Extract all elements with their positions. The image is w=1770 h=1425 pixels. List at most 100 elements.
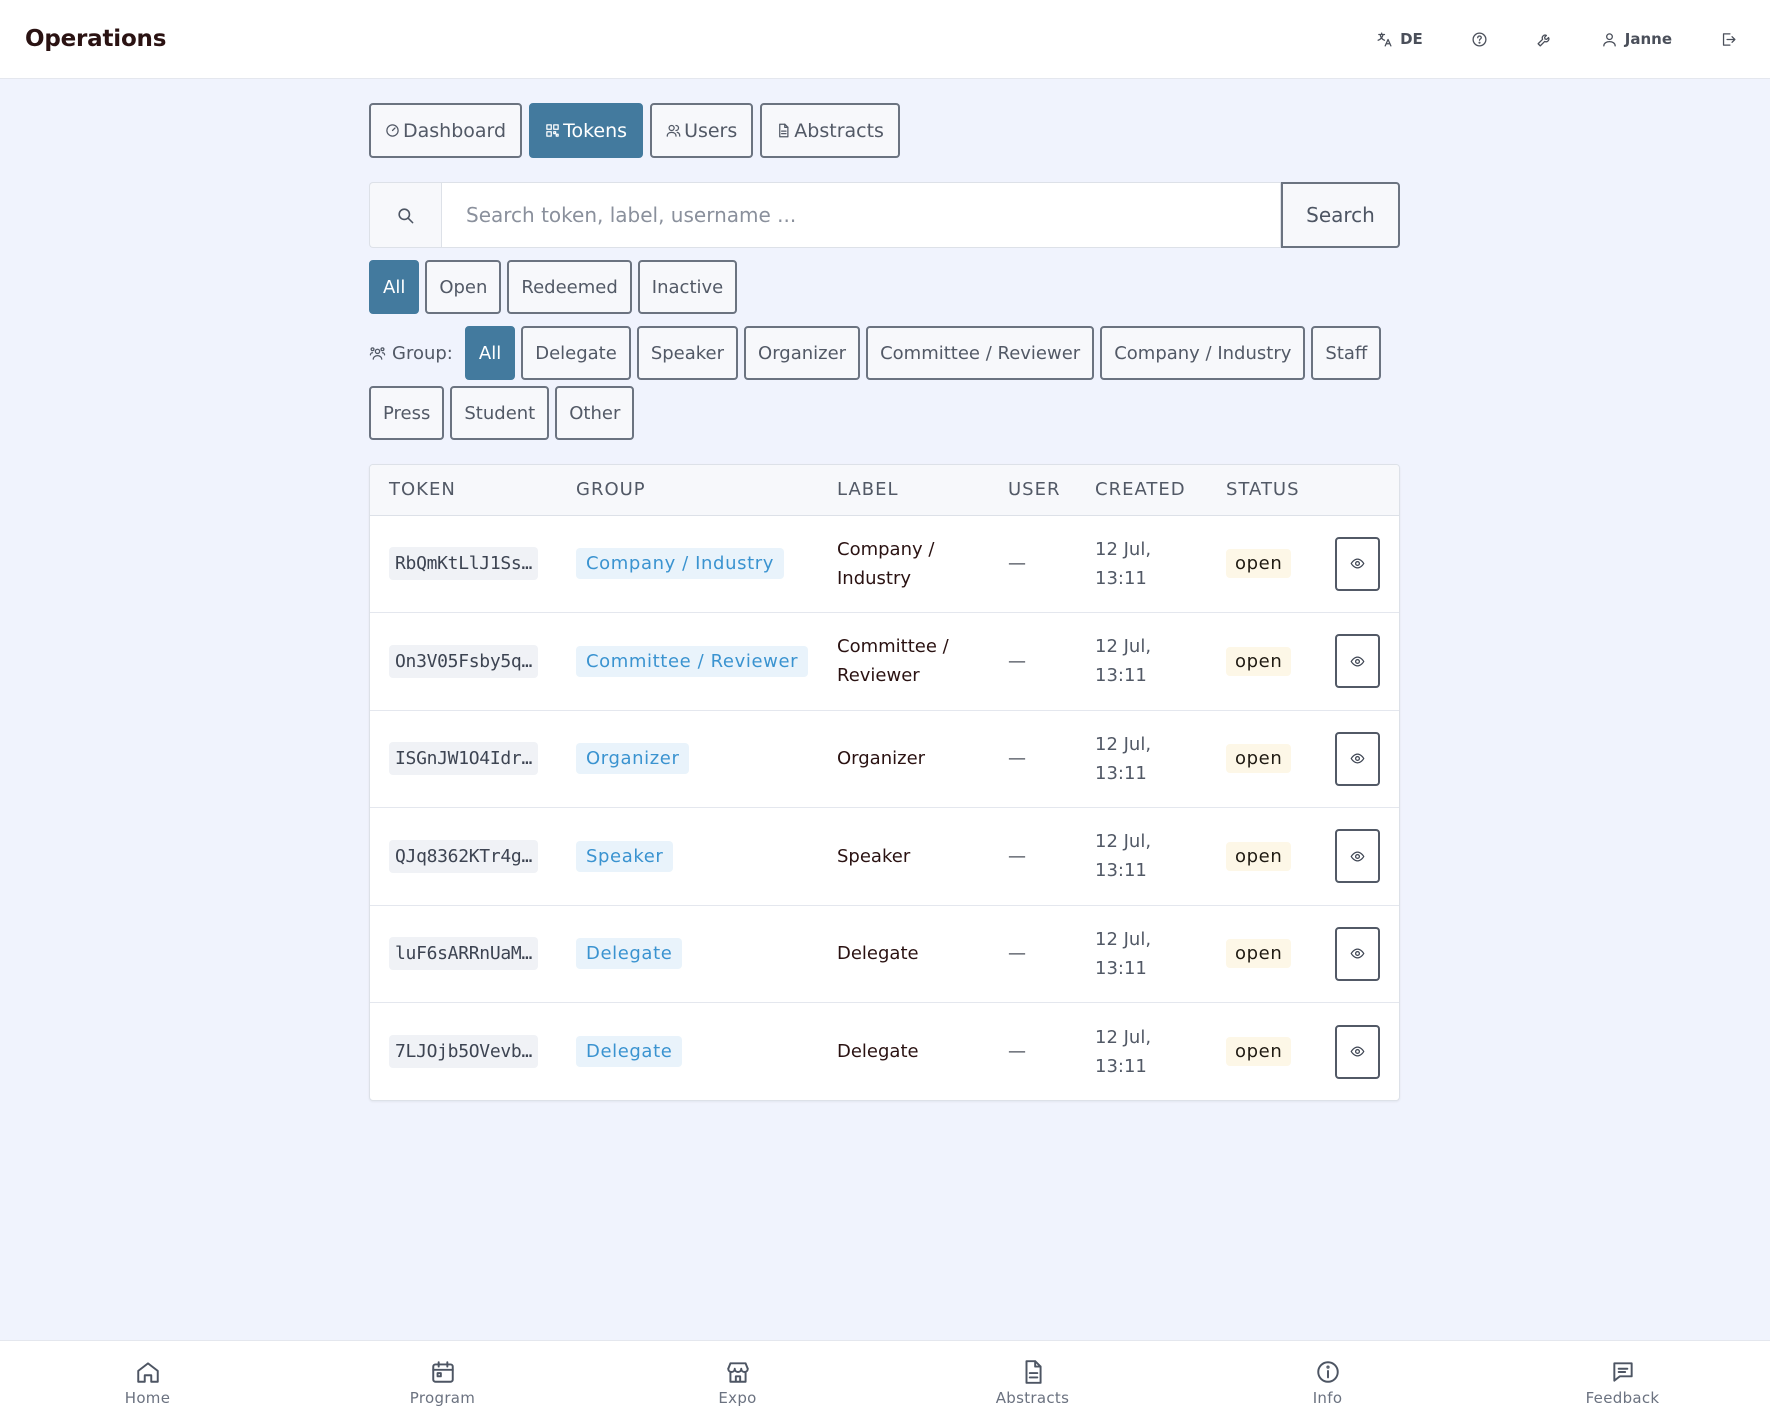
user-icon <box>1602 32 1616 47</box>
table-row: RbQmKtLlJ1Ss… Company / Industry Company… <box>370 515 1399 613</box>
view-button[interactable] <box>1335 829 1380 884</box>
tab-users[interactable]: Users <box>650 103 754 158</box>
view-button[interactable] <box>1335 1024 1380 1079</box>
bottom-nav-abstracts[interactable]: Abstracts <box>963 1359 1103 1407</box>
view-button[interactable] <box>1335 634 1380 689</box>
tab-abstracts[interactable]: Abstracts <box>760 103 900 158</box>
bottom-nav-label: Abstracts <box>995 1389 1070 1407</box>
group-filter: Group: All Delegate Speaker Organizer Co… <box>369 326 1400 440</box>
label-line: Company / <box>837 538 935 560</box>
created-time: 13:11 <box>1095 1055 1147 1077</box>
group-filter-all[interactable]: All <box>464 326 516 380</box>
created-time: 13:11 <box>1095 762 1147 784</box>
group-filter-speaker[interactable]: Speaker <box>636 326 739 380</box>
created-time: 13:11 <box>1095 957 1147 979</box>
eye-icon <box>1350 753 1365 764</box>
label-line: Industry <box>837 567 912 589</box>
group-label-text: Group: <box>392 342 453 364</box>
translate-icon <box>1377 31 1392 47</box>
created-date: 12 Jul, <box>1095 538 1152 560</box>
token-value: QJq8362KTr4g… <box>389 839 538 873</box>
bottom-nav-label: Program <box>409 1389 476 1407</box>
tools-button[interactable] <box>1536 31 1553 48</box>
table-row: QJq8362KTr4g… Speaker Speaker — 12 Jul, 1… <box>370 808 1399 906</box>
tab-label: Abstracts <box>794 119 884 142</box>
calendar-icon <box>431 1361 454 1383</box>
language-switch[interactable]: DE <box>1376 30 1423 48</box>
created-date: 12 Jul, <box>1095 1026 1152 1048</box>
user-name: Janne <box>1624 30 1672 48</box>
group-filter-student[interactable]: Student <box>450 386 550 440</box>
group-filter-other[interactable]: Other <box>555 386 635 440</box>
created-date: 12 Jul, <box>1095 831 1152 853</box>
main-content: Dashboard Tokens Users Abstracts Search … <box>369 103 1400 1101</box>
status-filter-inactive[interactable]: Inactive <box>637 260 738 314</box>
help-button[interactable] <box>1471 31 1488 48</box>
label-cell: Company / Industry <box>818 515 989 613</box>
label-cell: Speaker <box>818 808 989 906</box>
group-badge: Organizer <box>576 743 690 775</box>
label-line: Reviewer <box>837 665 920 687</box>
group-filter-committee[interactable]: Committee / Reviewer <box>866 326 1095 380</box>
created-time: 13:11 <box>1095 860 1147 882</box>
group-filter-delegate[interactable]: Delegate <box>521 326 631 380</box>
group-filter-label: Group: <box>369 343 453 364</box>
tab-label: Dashboard <box>403 119 507 142</box>
group-filter-organizer[interactable]: Organizer <box>744 326 861 380</box>
user-value: — <box>1008 553 1026 575</box>
label-line: Delegate <box>837 1041 919 1062</box>
status-badge: open <box>1226 549 1292 579</box>
col-created: CREATED <box>1076 465 1207 516</box>
tokens-table: TOKEN GROUP LABEL USER CREATED STATUS Rb… <box>370 465 1399 1100</box>
view-button[interactable] <box>1335 731 1380 786</box>
token-value: ISGnJW1O4Idr… <box>389 742 538 776</box>
group-filter-staff[interactable]: Staff <box>1311 326 1382 380</box>
search-button[interactable]: Search <box>1281 182 1400 248</box>
dashboard-icon <box>386 124 399 137</box>
bottom-nav: Home Program Expo Abstracts Info Feedbac… <box>0 1340 1770 1425</box>
token-value: RbQmKtLlJ1Ss… <box>389 547 538 581</box>
user-value: — <box>1008 748 1026 770</box>
bottom-nav-label: Info <box>1312 1389 1343 1407</box>
group-badge: Delegate <box>576 938 683 970</box>
col-label: LABEL <box>818 465 989 516</box>
created-date: 12 Jul, <box>1095 733 1152 755</box>
eye-icon <box>1350 1046 1365 1057</box>
tokens-table-card: TOKEN GROUP LABEL USER CREATED STATUS Rb… <box>369 464 1400 1101</box>
info-icon <box>1316 1361 1339 1383</box>
created-time: 13:11 <box>1095 665 1147 687</box>
eye-icon <box>1350 558 1365 569</box>
bottom-nav-feedback[interactable]: Feedback <box>1553 1359 1693 1407</box>
group-filter-press[interactable]: Press <box>369 386 445 440</box>
bottom-nav-program[interactable]: Program <box>373 1359 513 1407</box>
user-menu[interactable]: Janne <box>1601 30 1672 48</box>
group-icon <box>369 346 386 360</box>
bottom-nav-info[interactable]: Info <box>1258 1359 1398 1407</box>
tab-tokens[interactable]: Tokens <box>529 103 644 158</box>
view-button[interactable] <box>1335 926 1380 981</box>
users-icon <box>666 124 681 137</box>
top-bar: Operations DE Janne <box>0 0 1770 79</box>
status-filter-open[interactable]: Open <box>425 260 502 314</box>
bottom-nav-expo[interactable]: Expo <box>668 1359 808 1407</box>
created-cell: 12 Jul, 13:11 <box>1076 808 1207 906</box>
tab-label: Tokens <box>563 119 628 142</box>
label-cell: Organizer <box>818 710 989 808</box>
bottom-nav-home[interactable]: Home <box>78 1359 218 1407</box>
group-filter-company[interactable]: Company / Industry <box>1100 326 1306 380</box>
bottom-nav-label: Feedback <box>1585 1389 1660 1407</box>
search-icon <box>398 207 414 223</box>
tab-label: Users <box>684 119 738 142</box>
top-actions: DE Janne <box>1376 30 1745 48</box>
status-filter-redeemed[interactable]: Redeemed <box>507 260 632 314</box>
search-input[interactable] <box>441 182 1281 248</box>
view-button[interactable] <box>1335 536 1380 591</box>
table-row: On3V05Fsby5q… Committee / Reviewer Commi… <box>370 613 1399 710</box>
created-cell: 12 Jul, 13:11 <box>1076 1003 1207 1101</box>
col-user: USER <box>989 465 1076 516</box>
message-icon <box>1612 1362 1633 1382</box>
logout-button[interactable] <box>1720 31 1737 48</box>
tab-dashboard[interactable]: Dashboard <box>369 103 523 158</box>
label-line: Speaker <box>837 845 911 867</box>
status-filter-all[interactable]: All <box>369 260 420 314</box>
